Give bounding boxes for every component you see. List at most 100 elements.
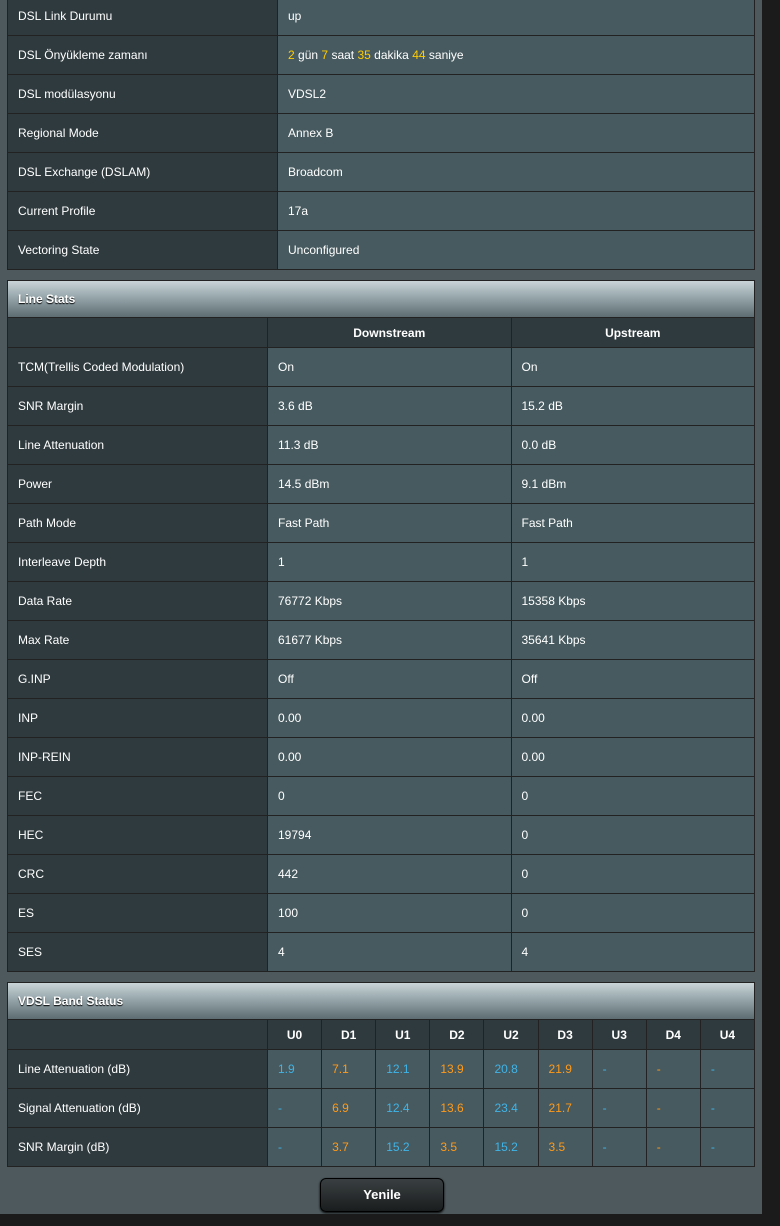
band-value-d1: 3.7: [321, 1127, 377, 1167]
band-value-u1: 12.1: [375, 1049, 431, 1089]
upstream-value: Off: [510, 659, 755, 699]
uptime-hours: 7: [321, 48, 329, 62]
row-label: DSL Link Durumu: [7, 0, 278, 36]
upstream-value: 35641 Kbps: [510, 620, 755, 660]
band-header-d2: D2: [429, 1019, 485, 1050]
upstream-value: 4: [510, 932, 755, 972]
band-value-d4: -: [645, 1088, 701, 1128]
band-value-u0: -: [266, 1127, 323, 1167]
downstream-value: 3.6 dB: [267, 386, 512, 426]
band-value-u3: -: [591, 1088, 647, 1128]
downstream-value: 0.00: [267, 698, 512, 738]
band-value-d4: -: [645, 1049, 701, 1089]
downstream-value: 442: [267, 854, 512, 894]
table-row: SNR Margin (dB) -3.7 15.2 3.5 15.2 3.5- - -: [7, 1127, 756, 1167]
upstream-header: Upstream: [510, 317, 755, 348]
upstream-value: 0.00: [510, 698, 755, 738]
upstream-value: 0: [510, 776, 755, 816]
row-label: TCM(Trellis Coded Modulation): [7, 347, 268, 387]
band-value-u0: 1.9: [266, 1049, 323, 1089]
row-label: Path Mode: [7, 503, 268, 543]
downstream-value: 1: [267, 542, 512, 582]
vdsl-band-table: U0 D1 U1 D2 U2 D3 U3 D4 U4 Line Attenuation (dB)…: [7, 1019, 756, 1167]
upstream-value: Fast Path: [510, 503, 755, 543]
band-header-d3: D3: [537, 1019, 593, 1050]
band-value-u4: -: [699, 1127, 756, 1167]
downstream-value: 14.5 dBm: [267, 464, 512, 504]
page-edge-right: [762, 0, 780, 1226]
table-row: INP 0.00 0.00: [7, 698, 755, 738]
page-edge-bottom: [0, 1214, 780, 1226]
band-value-u3: -: [591, 1049, 647, 1089]
band-value-u1: 15.2: [375, 1127, 431, 1167]
uptime-days-unit: gün: [298, 48, 319, 62]
row-label: G.INP: [7, 659, 268, 699]
row-label: Signal Attenuation (dB): [7, 1088, 268, 1128]
table-row: Power 14.5 dBm 9.1 dBm: [7, 464, 755, 504]
band-value-u2: 23.4: [483, 1088, 539, 1128]
downstream-value: 76772 Kbps: [267, 581, 512, 621]
table-row: Max Rate 61677 Kbps 35641 Kbps: [7, 620, 755, 660]
table-row: DSL modülasyonu VDSL2: [7, 74, 755, 114]
row-label: SNR Margin: [7, 386, 268, 426]
band-header-u4: U4: [699, 1019, 756, 1050]
band-header-u0: U0: [266, 1019, 323, 1050]
row-value: up: [277, 0, 755, 36]
band-value-d4: -: [645, 1127, 701, 1167]
uptime-seconds-unit: saniye: [428, 48, 464, 62]
table-row: Regional Mode Annex B: [7, 113, 755, 153]
table-row: CRC 442 0: [7, 854, 755, 894]
downstream-value: On: [267, 347, 512, 387]
band-value-d1: 7.1: [321, 1049, 377, 1089]
band-value-u2: 20.8: [483, 1049, 539, 1089]
row-label: INP-REIN: [7, 737, 268, 777]
uptime-minutes-unit: dakika: [374, 48, 409, 62]
dsl-status-page: DSL Link Durumu up DSL Önyükleme zamanı …: [0, 0, 762, 1214]
row-label: HEC: [7, 815, 268, 855]
downstream-value: 61677 Kbps: [267, 620, 512, 660]
table-row: TCM(Trellis Coded Modulation) On On: [7, 347, 755, 387]
upstream-value: 15358 Kbps: [510, 581, 755, 621]
band-value-u0: -: [266, 1088, 323, 1128]
row-label: Regional Mode: [7, 113, 278, 153]
table-row: Current Profile 17a: [7, 191, 755, 231]
header-blank-cell: [7, 317, 268, 348]
row-label: Line Attenuation: [7, 425, 268, 465]
uptime-minutes: 35: [357, 48, 371, 62]
upstream-value: 0.0 dB: [510, 425, 755, 465]
band-value-d2: 3.5: [429, 1127, 485, 1167]
band-value-d3: 21.9: [537, 1049, 593, 1089]
downstream-value: 100: [267, 893, 512, 933]
table-row: Line Attenuation 11.3 dB 0.0 dB: [7, 425, 755, 465]
uptime-value: 2 gün 7 saat 35 dakika 44 saniye: [277, 35, 755, 75]
table-row: DSL Link Durumu up: [7, 0, 755, 36]
downstream-value: 4: [267, 932, 512, 972]
table-row: SNR Margin 3.6 dB 15.2 dB: [7, 386, 755, 426]
row-label: DSL Önyükleme zamanı: [7, 35, 278, 75]
row-value: Unconfigured: [277, 230, 755, 270]
upstream-value: On: [510, 347, 755, 387]
row-label: Current Profile: [7, 191, 278, 231]
band-value-d3: 3.5: [537, 1127, 593, 1167]
dsl-info-table: DSL Link Durumu up DSL Önyükleme zamanı …: [7, 0, 755, 270]
table-row: Line Attenuation (dB) 1.9 7.1 12.1 13.9 20.8 2…: [7, 1049, 756, 1089]
band-value-d1: 6.9: [321, 1088, 377, 1128]
band-header-u3: U3: [591, 1019, 647, 1050]
downstream-header: Downstream: [267, 317, 512, 348]
row-label: SES: [7, 932, 268, 972]
band-value-u4: -: [699, 1049, 756, 1089]
row-value: Broadcom: [277, 152, 755, 192]
table-row: ES 100 0: [7, 893, 755, 933]
refresh-button[interactable]: Yenile: [320, 1178, 444, 1212]
upstream-value: 0.00: [510, 737, 755, 777]
header-blank-cell: [7, 1019, 268, 1050]
row-label: CRC: [7, 854, 268, 894]
upstream-value: 15.2 dB: [510, 386, 755, 426]
downstream-value: Fast Path: [267, 503, 512, 543]
upstream-value: 1: [510, 542, 755, 582]
upstream-value: 0: [510, 893, 755, 933]
upstream-value: 0: [510, 854, 755, 894]
upstream-value: 9.1 dBm: [510, 464, 755, 504]
band-header-d1: D1: [321, 1019, 377, 1050]
band-value-u2: 15.2: [483, 1127, 539, 1167]
